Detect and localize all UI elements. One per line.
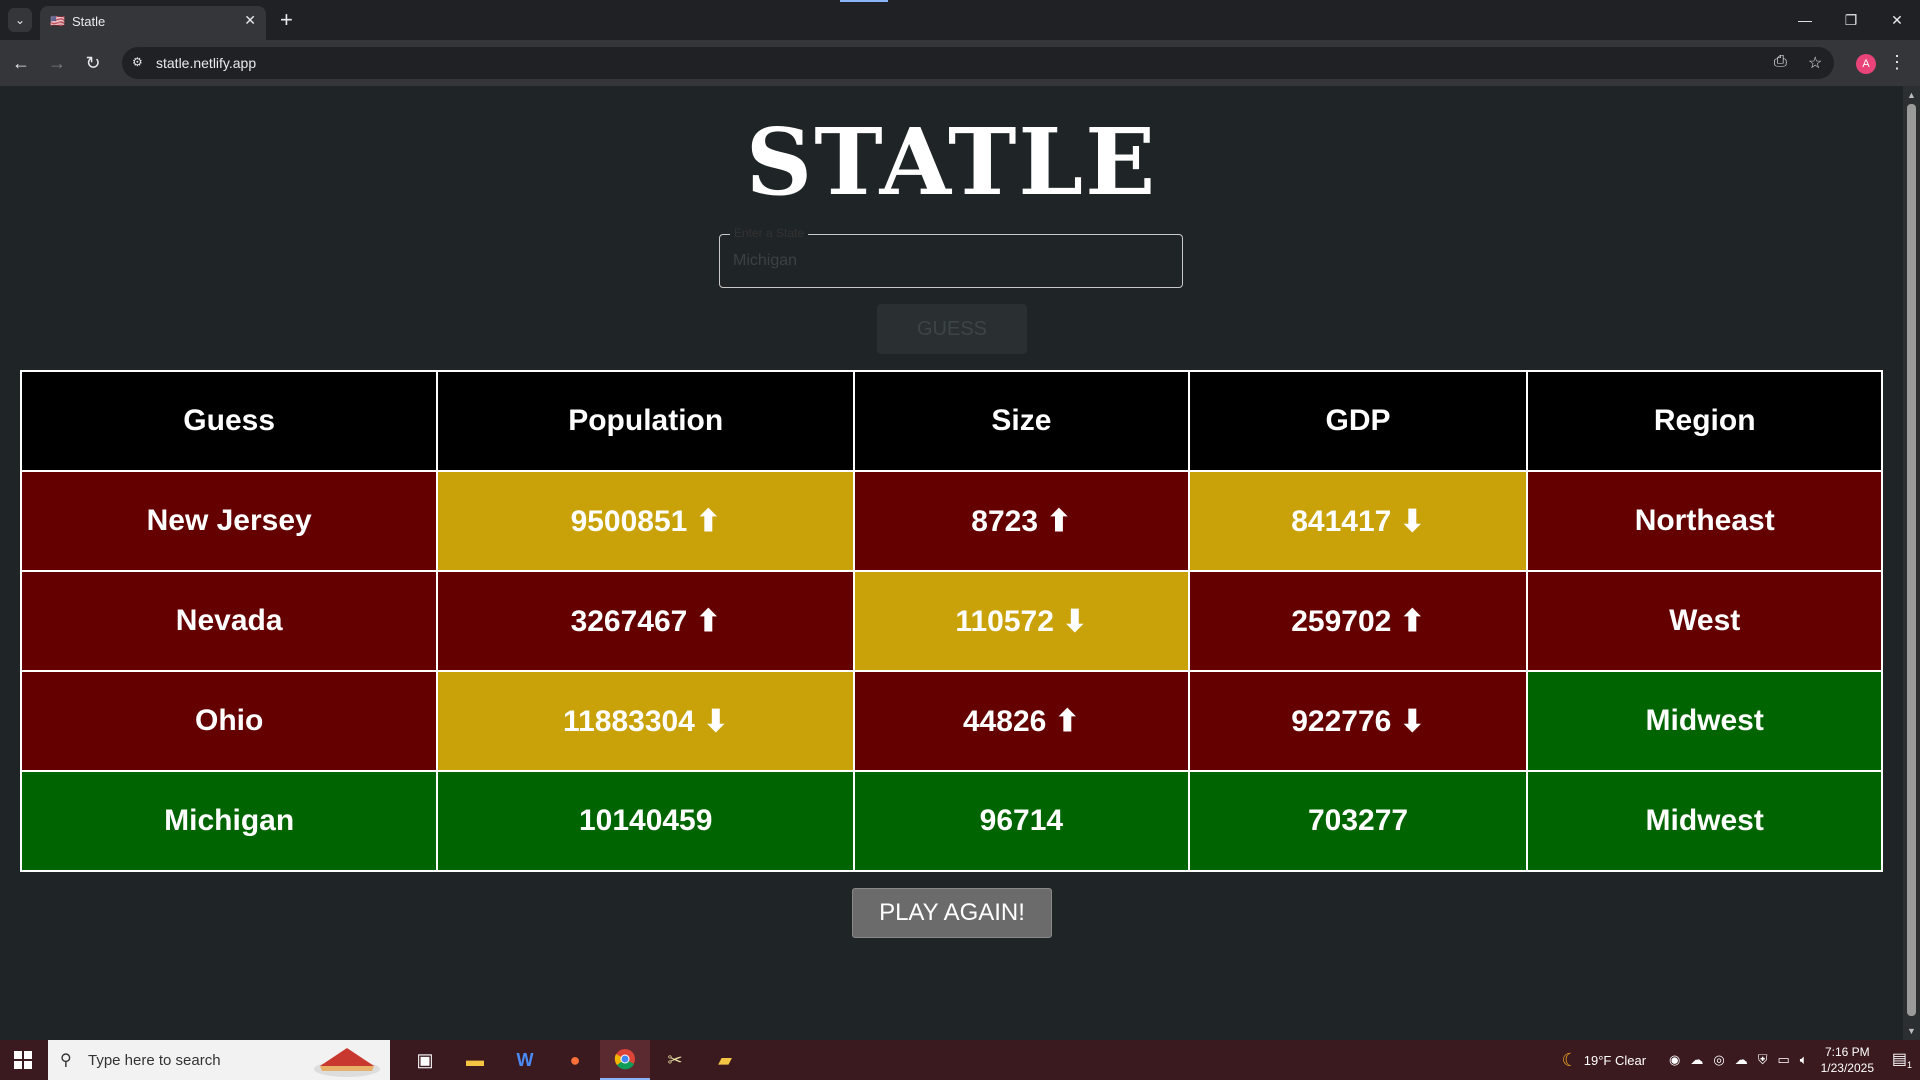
task-view-icon[interactable]: ▣ <box>400 1040 450 1080</box>
state-input[interactable] <box>720 235 1182 287</box>
chrome-icon[interactable] <box>600 1040 650 1080</box>
sync-icon[interactable]: ◎ <box>1713 1052 1724 1068</box>
table-row: Michigan 10140459 96714 703277 Midwest <box>19 770 1883 872</box>
cell-population: 3267467 ⬆ <box>436 570 856 672</box>
flag-favicon-icon: 🇺🇸 <box>50 14 65 28</box>
cell-region: Midwest <box>1526 770 1883 872</box>
page-title: STATLE <box>745 108 1158 216</box>
cloud-icon[interactable]: ☁ <box>1690 1052 1703 1068</box>
header-gdp: GDP <box>1187 370 1529 472</box>
weather-moon-icon[interactable]: ☾ <box>1562 1050 1578 1071</box>
browser-tab[interactable]: 🇺🇸 Statle ✕ <box>40 6 266 40</box>
cell-guess: New Jersey <box>19 470 439 572</box>
windows-logo-icon <box>14 1051 32 1069</box>
taskbar-clock[interactable]: 7:16 PM 1/23/2025 <box>1821 1044 1874 1076</box>
table-row: Ohio 11883304 ⬇ 44826 ⬆ 922776 ⬇ Midwest <box>19 670 1883 772</box>
scroll-thumb[interactable] <box>1907 104 1916 1016</box>
cell-size: 96714 <box>853 770 1190 872</box>
clock-time: 7:16 PM <box>1824 1045 1870 1059</box>
close-tab-icon[interactable]: ✕ <box>244 12 256 29</box>
play-again-button[interactable]: PLAY AGAIN! <box>852 888 1052 938</box>
firefox-icon[interactable]: ● <box>550 1040 600 1080</box>
profile-avatar[interactable]: A <box>1856 54 1876 74</box>
window-close-icon[interactable]: ✕ <box>1874 0 1920 40</box>
state-input-field[interactable]: Enter a State <box>719 226 1183 288</box>
search-icon: ⚲ <box>60 1052 72 1069</box>
taskbar-search-placeholder: Type here to search <box>88 1052 221 1069</box>
tools-app-icon[interactable]: ✂ <box>650 1040 700 1080</box>
cell-gdp: 841417 ⬇ <box>1187 470 1529 572</box>
reload-icon[interactable]: ↻ <box>80 50 106 76</box>
cell-population: 9500851 ⬆ <box>436 470 856 572</box>
minimize-icon[interactable]: — <box>1782 0 1828 40</box>
cell-region: Midwest <box>1526 670 1883 772</box>
scroll-up-icon[interactable]: ▲ <box>1907 90 1916 100</box>
weather-text[interactable]: 19°F Clear <box>1584 1053 1646 1068</box>
install-app-icon[interactable]: ⎙ <box>1774 53 1787 71</box>
header-size: Size <box>853 370 1190 472</box>
tab-search-button[interactable]: ⌄ <box>8 8 32 32</box>
page-scrollbar[interactable]: ▲ ▼ <box>1903 86 1920 1040</box>
windows-taskbar: ⚲ Type here to search ▣ ▬ W ● ✂ ▰ ☾ 19°F… <box>0 1040 1920 1080</box>
table-row: New Jersey 9500851 ⬆ 8723 ⬆ 841417 ⬇ Northea… <box>19 470 1883 572</box>
cell-population: 10140459 <box>436 770 856 872</box>
cell-region: Northeast <box>1526 470 1883 572</box>
browser-menu-icon[interactable]: ⋮ <box>1888 52 1906 73</box>
word-icon[interactable]: W <box>500 1040 550 1080</box>
volume-icon[interactable]: 🔈︎ <box>1800 1052 1808 1068</box>
cell-size: 8723 ⬆ <box>853 470 1190 572</box>
security-icon[interactable]: ⛨ <box>1758 1052 1768 1068</box>
site-info-icon[interactable]: ⚙ <box>132 55 143 69</box>
header-region: Region <box>1526 370 1883 472</box>
restore-icon[interactable]: ❐ <box>1828 0 1874 40</box>
file-explorer-icon[interactable]: ▬ <box>450 1040 500 1080</box>
pinned-apps: ▣ ▬ W ● ✂ ▰ <box>400 1040 750 1080</box>
back-arrow-icon[interactable]: ← <box>8 50 34 76</box>
tab-title: Statle <box>72 14 106 29</box>
app-tray-icon[interactable]: ◉ <box>1669 1052 1680 1068</box>
notification-count: 1 <box>1907 1060 1913 1071</box>
cell-gdp: 259702 ⬆ <box>1187 570 1529 672</box>
cell-size: 110572 ⬇ <box>853 570 1190 672</box>
network-icon[interactable]: ▭ <box>1778 1052 1790 1068</box>
forward-arrow-icon[interactable]: → <box>44 50 70 76</box>
header-population: Population <box>436 370 856 472</box>
scroll-down-icon[interactable]: ▼ <box>1907 1026 1916 1036</box>
table-row: Nevada 3267467 ⬆ 110572 ⬇ 259702 ⬆ West <box>19 570 1883 672</box>
cell-guess: Ohio <box>19 670 439 772</box>
url-text[interactable]: statle.netlify.app <box>156 55 256 71</box>
cell-guess: Michigan <box>19 770 439 872</box>
cell-region: West <box>1526 570 1883 672</box>
pie-illustration-icon <box>314 1048 380 1077</box>
cell-population: 11883304 ⬇ <box>436 670 856 772</box>
sticky-notes-icon[interactable]: ▰ <box>700 1040 750 1080</box>
windows-start-button[interactable] <box>0 1040 46 1080</box>
clock-date: 1/23/2025 <box>1820 1061 1874 1075</box>
cell-gdp: 922776 ⬇ <box>1187 670 1529 772</box>
browser-toolbar: ← → ↻ ⚙ statle.netlify.app ⎙ ☆ A ⋮ <box>0 40 1920 86</box>
guess-button[interactable]: GUESS <box>877 304 1027 354</box>
page-viewport: STATLE Enter a State GUESS Guess Populat… <box>0 86 1903 1040</box>
system-tray: ☾ 19°F Clear ◉ ☁ ◎ ☁ ⛨ ▭ 🔈︎ 7:16 PM 1/23… <box>1562 1040 1920 1080</box>
taskbar-search-box[interactable]: ⚲ Type here to search <box>48 1040 390 1080</box>
address-bar[interactable]: ⚙ statle.netlify.app ⎙ ☆ <box>122 47 1834 79</box>
results-body: New Jersey 9500851 ⬆ 8723 ⬆ 841417 ⬇ Northea… <box>19 470 1883 872</box>
loading-indicator <box>840 0 888 2</box>
header-guess: Guess <box>19 370 439 472</box>
onedrive-icon[interactable]: ☁ <box>1735 1052 1748 1068</box>
bookmark-star-icon[interactable]: ☆ <box>1808 53 1822 73</box>
window-controls: — ❐ ✕ <box>1782 0 1920 40</box>
cell-gdp: 703277 <box>1187 770 1529 872</box>
browser-tab-bar: ⌄ 🇺🇸 Statle ✕ + — ❐ ✕ <box>0 0 1920 40</box>
cell-size: 44826 ⬆ <box>853 670 1190 772</box>
results-table: Guess Population Size GDP Region New Jer… <box>19 370 1883 872</box>
cell-guess: Nevada <box>19 570 439 672</box>
chrome-logo-icon <box>614 1049 635 1070</box>
notification-center-icon[interactable]: ▤1 <box>1884 1049 1920 1070</box>
new-tab-button[interactable]: + <box>280 6 293 34</box>
header-row: Guess Population Size GDP Region <box>19 370 1883 472</box>
